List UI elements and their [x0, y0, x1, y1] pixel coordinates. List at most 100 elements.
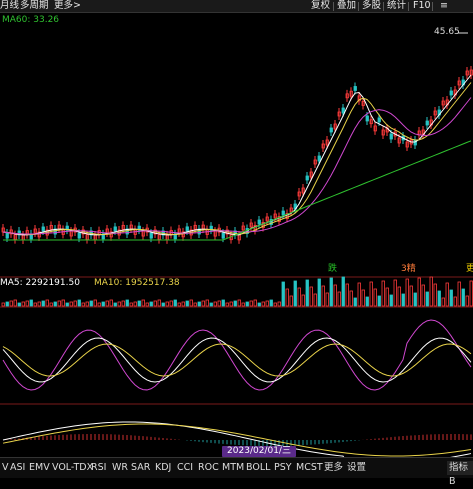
- volume-bar: [41, 300, 45, 307]
- candle-body: [257, 219, 261, 225]
- volume-bar: [5, 301, 9, 307]
- indicator-b-label[interactable]: 指标B: [447, 461, 473, 487]
- signal-mark-fall: 跌: [328, 264, 338, 274]
- volume-bar: [277, 301, 281, 307]
- volume-bar: [377, 295, 381, 307]
- volume-ma5-label: MA5: 2292191.50: [0, 278, 80, 288]
- volume-bar: [453, 296, 457, 307]
- volume-bar: [333, 284, 337, 307]
- volume-bar: [337, 291, 341, 307]
- volume-ma10-label: MA10: 1952517.38: [94, 278, 180, 288]
- volume-bar: [285, 288, 289, 307]
- volume-bar: [393, 279, 397, 307]
- indicator-tab-roc[interactable]: ROC: [198, 461, 219, 475]
- indicator-tab-more[interactable]: 更多: [324, 461, 343, 475]
- candle-body: [377, 117, 381, 123]
- volume-bar: [145, 302, 149, 307]
- volume-bar: [265, 300, 269, 307]
- volume-bar: [85, 301, 89, 307]
- ma10-line: [2, 82, 472, 235]
- volume-bar: [465, 295, 469, 307]
- volume-bar: [369, 281, 373, 307]
- volume-bar: [293, 280, 297, 307]
- volume-bar: [309, 286, 313, 307]
- volume-bar: [17, 302, 21, 307]
- candle-body: [353, 86, 357, 91]
- volume-bar: [217, 300, 221, 307]
- volume-bar: [401, 293, 405, 307]
- volume-bar: [341, 276, 345, 307]
- indicator-tab-rsi[interactable]: RSI: [91, 461, 106, 475]
- volume-bar: [29, 299, 33, 307]
- volume-bar: [9, 300, 13, 307]
- indicator-tab-boll[interactable]: BOLL: [246, 461, 270, 475]
- volume-bar: [77, 299, 81, 307]
- volume-bar: [433, 283, 437, 307]
- volume-bar: [405, 278, 409, 307]
- indicator-tab-asi[interactable]: ASI: [10, 461, 25, 475]
- volume-bar: [81, 302, 85, 307]
- volume-bar: [241, 302, 245, 307]
- ma20-line: [2, 97, 472, 235]
- volume-bar: [205, 299, 209, 307]
- volume-bar: [413, 292, 417, 307]
- volume-bar: [409, 285, 413, 307]
- volume-bar: [381, 280, 385, 307]
- indicator-settings-button[interactable]: 设置: [347, 461, 366, 475]
- volume-bar: [121, 300, 125, 307]
- volume-bar: [201, 300, 205, 307]
- volume-bar: [109, 299, 113, 307]
- volume-bar: [181, 301, 185, 307]
- volume-bar: [65, 302, 69, 307]
- volume-bar: [389, 294, 393, 307]
- volume-bar: [149, 301, 153, 307]
- candle-body: [365, 115, 369, 122]
- volume-bar: [305, 279, 309, 307]
- candle-body: [281, 210, 285, 216]
- candle-body: [317, 155, 321, 162]
- volume-bar: [273, 302, 277, 307]
- volume-bar: [137, 300, 141, 307]
- crosshair-date-label: 2023/02/01/三: [222, 446, 296, 457]
- volume-bar: [269, 299, 273, 307]
- indicator-tab-cci[interactable]: CCI: [177, 461, 193, 475]
- candle-body: [221, 232, 225, 239]
- candle-body: [149, 232, 153, 239]
- candle-body: [41, 226, 45, 232]
- indicator-tab-mtm[interactable]: MTM: [222, 461, 244, 475]
- volume-bar: [469, 280, 473, 307]
- candle-body: [305, 175, 309, 181]
- volume-bar: [429, 276, 433, 307]
- indicator-tab-wr[interactable]: WR: [112, 461, 128, 475]
- volume-bar: [225, 302, 229, 307]
- volume-bar: [397, 286, 401, 307]
- volume-bar: [117, 301, 121, 307]
- kline-chart-canvas[interactable]: [0, 0, 473, 477]
- volume-bar: [257, 302, 261, 307]
- volume-bar: [317, 278, 321, 307]
- indicator-tab-mcst[interactable]: MCST: [296, 461, 323, 475]
- volume-bar: [229, 301, 233, 307]
- indicator-tab-bar: V ASI EMV VOL-TDX RSI WR SAR KDJ CCI ROC…: [0, 457, 473, 487]
- volume-bar: [105, 300, 109, 307]
- volume-bar: [89, 300, 93, 307]
- volume-bar: [97, 302, 101, 307]
- volume-bar: [289, 295, 293, 307]
- indicator-tab-sar[interactable]: SAR: [131, 461, 150, 475]
- candle-body: [425, 120, 429, 126]
- volume-bar: [373, 288, 377, 307]
- candle-body: [5, 232, 9, 239]
- volume-bar: [365, 296, 369, 307]
- indicator-tab-vol-tdx[interactable]: VOL-TDX: [52, 461, 93, 475]
- indicator-tab-v[interactable]: V: [2, 461, 9, 475]
- indicator-tab-kdj[interactable]: KDJ: [155, 461, 171, 475]
- ma60-line: [3, 140, 472, 241]
- volume-bar: [93, 299, 97, 307]
- volume-bar: [301, 294, 305, 307]
- volume-bar: [329, 277, 333, 307]
- volume-bar: [153, 300, 157, 307]
- indicator-tab-psy[interactable]: PSY: [274, 461, 292, 475]
- volume-bar: [237, 299, 241, 307]
- indicator-tab-emv[interactable]: EMV: [29, 461, 50, 475]
- volume-bar: [169, 300, 173, 307]
